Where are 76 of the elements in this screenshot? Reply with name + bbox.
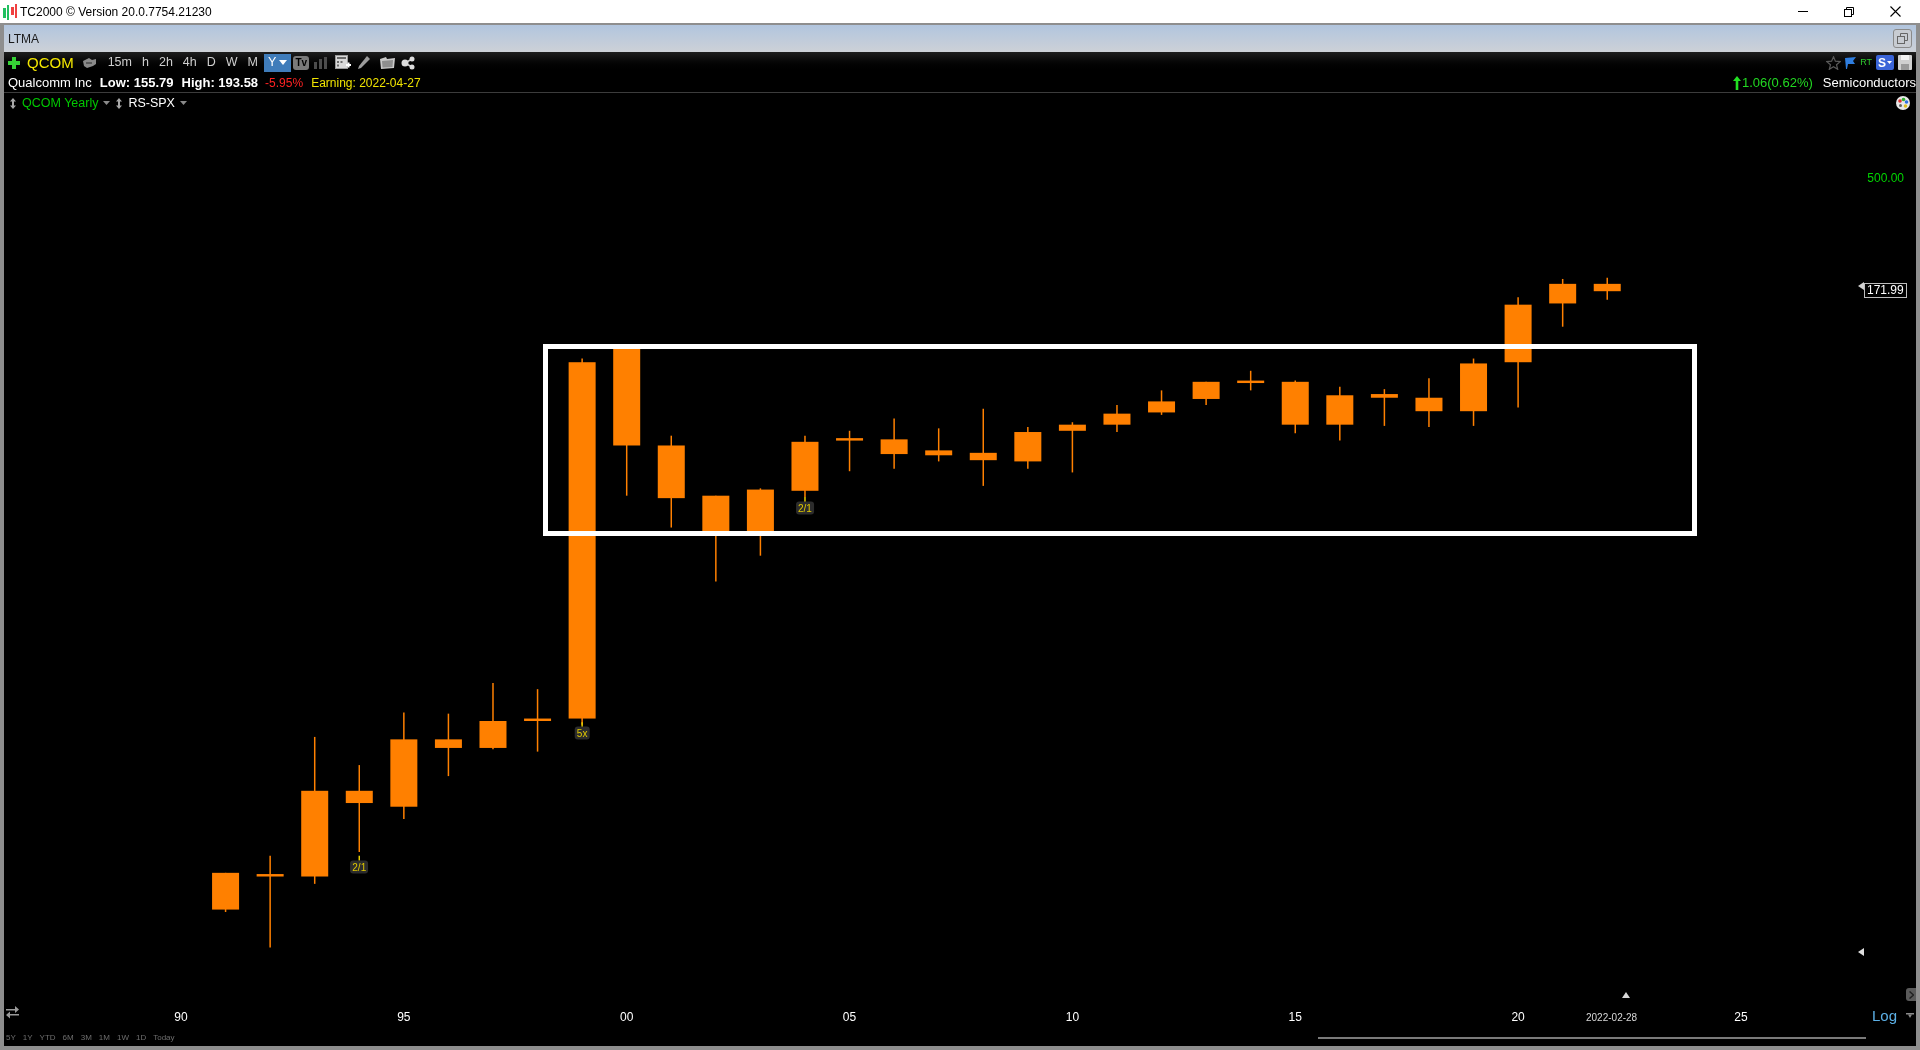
timeframe-button[interactable]: h	[138, 53, 153, 72]
timeframe-button[interactable]: 2h	[154, 53, 177, 72]
restore-icon	[1844, 6, 1854, 17]
x-axis-label: 15	[1288, 1009, 1302, 1026]
high-price: High: 193.58	[181, 73, 259, 92]
triangle-left-icon	[1858, 948, 1864, 956]
calculator-icon	[335, 54, 352, 71]
indicator-label[interactable]: QCOM Yearly	[22, 93, 99, 113]
swap-arrows-icon	[5, 1004, 20, 1019]
chevron-right-icon	[1908, 990, 1914, 999]
up-down-arrow-icon	[10, 97, 16, 109]
app-logo-icon	[3, 3, 17, 20]
timeframe-button[interactable]: D	[202, 53, 220, 72]
period-button[interactable]: 1W	[116, 1034, 129, 1042]
window-title: TC2000 © Version 20.0.7754.21230	[20, 3, 212, 21]
percent-change: -5.95%	[265, 74, 304, 92]
caret-down-icon	[279, 60, 288, 65]
realtime-label: RT	[1860, 58, 1872, 67]
period-button[interactable]: 1M	[98, 1034, 110, 1042]
period-button[interactable]: 5Y	[6, 1034, 16, 1042]
triangle-left-icon	[1858, 282, 1864, 290]
net-change: 1.06(0.62%)	[1741, 73, 1813, 92]
caret-down-icon	[103, 101, 111, 105]
triangle-up-icon	[1622, 992, 1630, 998]
plus-icon	[8, 56, 20, 69]
palette-icon	[1896, 96, 1910, 110]
scroll-right-button[interactable]	[1906, 988, 1916, 1001]
timeframe-button[interactable]: Y	[264, 53, 292, 72]
x-axis-label: 20	[1511, 1009, 1525, 1026]
restore-window-button[interactable]	[1893, 29, 1912, 48]
low-price: Low: 155.79	[99, 73, 174, 92]
x-axis-label: 25	[1734, 1009, 1748, 1026]
layout-title: LTMA	[8, 30, 40, 48]
timeframe-button[interactable]: W	[221, 53, 242, 72]
caret-down-icon	[179, 101, 187, 105]
period-button[interactable]: 1Y	[22, 1034, 33, 1042]
period-button[interactable]: 3M	[80, 1034, 92, 1042]
horizontal-scrollbar[interactable]	[1318, 1037, 1866, 1039]
pin-icon	[1906, 1013, 1914, 1018]
pencil-icon	[358, 56, 371, 69]
folder-icon	[380, 56, 396, 69]
indicator-label[interactable]: RS-SPX	[128, 93, 175, 113]
industry-label: Semiconductors	[1822, 73, 1916, 92]
close-icon	[1889, 6, 1901, 17]
x-axis-label: 00	[620, 1009, 634, 1026]
tool-icon	[82, 57, 96, 68]
arrow-up-icon	[1732, 75, 1741, 90]
save-icon	[1898, 55, 1912, 70]
period-button[interactable]: Today	[153, 1034, 175, 1042]
timeframe-button[interactable]: M	[243, 53, 263, 72]
caret-down-icon	[1887, 61, 1892, 64]
restore-icon	[1897, 33, 1908, 44]
share-icon	[401, 55, 416, 70]
x-axis-label: 90	[174, 1009, 188, 1026]
company-name: Qualcomm Inc	[8, 73, 92, 92]
timeframe-button[interactable]: 15m	[103, 53, 136, 72]
flag-icon	[1845, 56, 1857, 69]
scale-button[interactable]: Log	[1872, 1008, 1898, 1023]
x-axis-label: 10	[1065, 1009, 1080, 1026]
timeframe-button[interactable]: 4h	[178, 53, 201, 72]
period-button[interactable]: 1D	[135, 1034, 147, 1042]
period-button[interactable]: 6M	[62, 1034, 74, 1042]
price-axis-label: 500.00	[1867, 170, 1904, 187]
earning-date: Earning: 2022-04-27	[311, 74, 421, 92]
x-axis-label: 95	[397, 1009, 411, 1026]
star-icon	[1826, 55, 1842, 70]
bar-chart-icon	[314, 56, 328, 69]
minimize-icon	[1798, 11, 1808, 12]
symbol-label[interactable]: QCOM	[27, 55, 74, 70]
tv-button[interactable]: Tv	[293, 55, 310, 70]
period-button[interactable]: YTD	[39, 1034, 56, 1042]
x-axis-label: 05	[842, 1009, 857, 1026]
scan-button[interactable]: S	[1876, 55, 1894, 70]
last-price-label: 171.99	[1864, 283, 1907, 298]
cursor-date-label: 2022-02-28	[1586, 1011, 1638, 1025]
up-down-arrow-icon	[116, 97, 123, 109]
